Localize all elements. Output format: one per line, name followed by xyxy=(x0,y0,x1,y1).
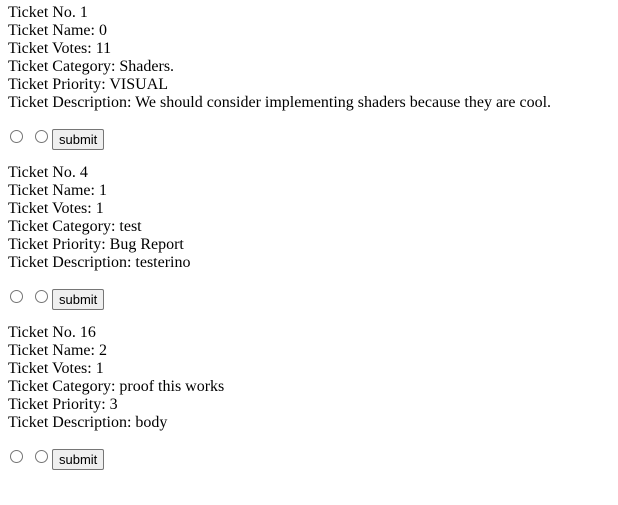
upvote-radio[interactable] xyxy=(10,129,23,143)
vote-form: submit xyxy=(8,288,610,310)
vote-form: submit xyxy=(8,128,610,150)
ticket-description: Ticket Description: body xyxy=(8,414,168,431)
ticket-category: Ticket Category: proof this works xyxy=(8,378,225,395)
ticket-number: Ticket No. 4 xyxy=(8,164,88,181)
ticket-votes: Ticket Votes: 1 xyxy=(8,360,104,377)
ticket-item: Ticket No. 16 Ticket Name: 2 Ticket Vote… xyxy=(8,324,610,470)
downvote-radio[interactable] xyxy=(35,129,48,143)
vote-form: submit xyxy=(8,448,610,470)
ticket-name: Ticket Name: 0 xyxy=(8,22,107,39)
ticket-list: Ticket No. 1 Ticket Name: 0 Ticket Votes… xyxy=(0,0,618,470)
submit-button[interactable]: submit xyxy=(52,448,105,470)
upvote-radio[interactable] xyxy=(10,289,23,303)
ticket-category: Ticket Category: test xyxy=(8,218,142,235)
downvote-radio[interactable] xyxy=(35,289,48,303)
upvote-radio[interactable] xyxy=(10,449,23,463)
ticket-priority: Ticket Priority: Bug Report xyxy=(8,236,184,253)
ticket-number: Ticket No. 16 xyxy=(8,324,96,341)
ticket-description: Ticket Description: We should consider i… xyxy=(8,94,552,111)
downvote-radio[interactable] xyxy=(35,449,48,463)
submit-button[interactable]: submit xyxy=(52,128,105,150)
ticket-category: Ticket Category: Shaders. xyxy=(8,58,175,75)
ticket-number: Ticket No. 1 xyxy=(8,4,88,21)
ticket-name: Ticket Name: 2 xyxy=(8,342,107,359)
ticket-votes: Ticket Votes: 1 xyxy=(8,200,104,217)
ticket-item: Ticket No. 1 Ticket Name: 0 Ticket Votes… xyxy=(8,4,610,150)
ticket-item: Ticket No. 4 Ticket Name: 1 Ticket Votes… xyxy=(8,164,610,310)
submit-button[interactable]: submit xyxy=(52,288,105,310)
ticket-name: Ticket Name: 1 xyxy=(8,182,107,199)
ticket-votes: Ticket Votes: 11 xyxy=(8,40,112,57)
ticket-description: Ticket Description: testerino xyxy=(8,254,191,271)
ticket-priority: Ticket Priority: 3 xyxy=(8,396,118,413)
ticket-priority: Ticket Priority: VISUAL xyxy=(8,76,169,93)
